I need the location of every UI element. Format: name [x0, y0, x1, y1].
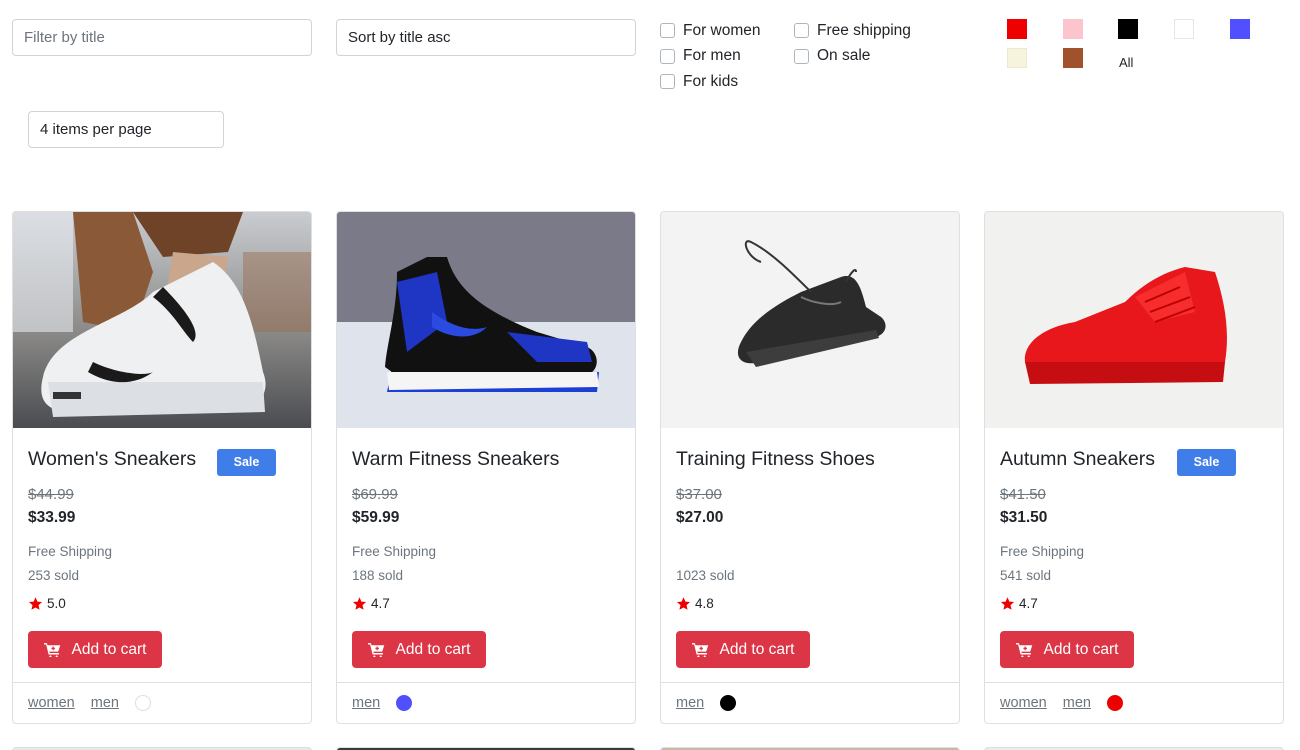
- tag-link-women[interactable]: women: [28, 695, 75, 711]
- white-sneaker-image: [13, 212, 311, 428]
- sold-count: 1023 sold: [676, 568, 735, 583]
- sold-count: 253 sold: [28, 568, 80, 583]
- color-dot: [134, 695, 151, 711]
- add-to-cart-button[interactable]: Add to cart: [676, 631, 810, 668]
- checkbox-box[interactable]: [660, 48, 675, 64]
- rating: 4.7: [1000, 596, 1038, 611]
- product-image[interactable]: [985, 212, 1283, 428]
- add-to-cart-button[interactable]: Add to cart: [28, 631, 162, 668]
- rating-value: 5.0: [47, 596, 66, 611]
- tag-link-women[interactable]: women: [1000, 695, 1047, 711]
- add-to-cart-label: Add to cart: [719, 640, 795, 658]
- shipping-info: Free Shipping: [1000, 544, 1085, 559]
- current-price: $27.00: [676, 509, 724, 526]
- product-title[interactable]: Autumn Sneakers: [1000, 448, 1155, 471]
- red-sneaker-image: [985, 212, 1283, 428]
- color-dot: [720, 695, 737, 711]
- card-footer: women men: [13, 682, 311, 723]
- checkbox-for-kids[interactable]: For kids: [660, 69, 761, 95]
- product-card: Women's Sneakers Sale $44.99 $33.99 Free…: [12, 211, 312, 724]
- original-price: $41.50: [1000, 486, 1046, 503]
- rating-value: 4.7: [371, 596, 390, 611]
- checkbox-label: On sale: [817, 47, 871, 65]
- rating: 4.8: [676, 596, 714, 611]
- checkbox-for-women[interactable]: For women: [660, 18, 761, 44]
- color-swatch-brown[interactable]: [1063, 48, 1083, 68]
- tag-link-men[interactable]: men: [676, 695, 704, 711]
- audience-filters: For women For men For kids: [660, 18, 761, 95]
- black-trainer-image: [661, 212, 959, 428]
- cart-icon: [367, 643, 384, 657]
- current-price: $31.50: [1000, 509, 1048, 526]
- product-card: Training Fitness Shoes $37.00 $27.00 102…: [660, 211, 960, 724]
- checkbox-box[interactable]: [660, 23, 675, 39]
- shipping-info: Free Shipping: [352, 544, 437, 559]
- tag-link-men[interactable]: men: [352, 695, 380, 711]
- sold-count: 541 sold: [1000, 568, 1052, 583]
- checkbox-label: For kids: [683, 72, 739, 90]
- original-price: $37.00: [676, 486, 722, 503]
- rating-value: 4.8: [695, 596, 714, 611]
- color-swatch-all[interactable]: All: [1119, 55, 1133, 70]
- star-icon: [28, 597, 43, 610]
- product-title[interactable]: Warm Fitness Sneakers: [352, 448, 559, 471]
- add-to-cart-button[interactable]: Add to cart: [352, 631, 486, 668]
- add-to-cart-label: Add to cart: [395, 640, 471, 658]
- rating: 4.7: [352, 596, 390, 611]
- add-to-cart-button[interactable]: Add to cart: [1000, 631, 1134, 668]
- product-image[interactable]: [13, 212, 311, 428]
- product-card: Autumn Sneakers Sale $41.50 $31.50 Free …: [984, 211, 1284, 724]
- color-swatch-blue[interactable]: [1230, 19, 1250, 39]
- checkbox-label: For women: [683, 21, 761, 39]
- product-title[interactable]: Women's Sneakers: [28, 448, 196, 471]
- blue-high-top-image: [337, 212, 635, 428]
- card-footer: men: [661, 682, 959, 723]
- checkbox-on-sale[interactable]: On sale: [794, 44, 911, 70]
- sort-select[interactable]: Sort by title asc: [336, 19, 636, 56]
- card-footer: women men: [985, 682, 1283, 723]
- product-title[interactable]: Training Fitness Shoes: [676, 448, 875, 471]
- color-swatch-white[interactable]: [1174, 19, 1194, 39]
- color-dot: [396, 695, 413, 711]
- color-dot: [1106, 695, 1123, 711]
- product-card: Warm Fitness Sneakers $69.99 $59.99 Free…: [336, 211, 636, 724]
- color-swatch-black[interactable]: [1118, 19, 1138, 39]
- product-image[interactable]: [661, 212, 959, 428]
- original-price: $69.99: [352, 486, 398, 503]
- checkbox-free-shipping[interactable]: Free shipping: [794, 18, 911, 44]
- tag-link-men[interactable]: men: [1063, 695, 1091, 711]
- extra-filters: Free shipping On sale: [794, 18, 911, 69]
- color-swatch-red[interactable]: [1007, 19, 1027, 39]
- items-per-page-select[interactable]: 4 items per page: [28, 111, 224, 148]
- checkbox-label: For men: [683, 47, 741, 65]
- star-icon: [352, 597, 367, 610]
- sale-badge: Sale: [1177, 449, 1236, 476]
- star-icon: [676, 597, 691, 610]
- color-swatch-pink[interactable]: [1063, 19, 1083, 39]
- add-to-cart-label: Add to cart: [71, 640, 147, 658]
- current-price: $59.99: [352, 509, 400, 526]
- checkbox-label: Free shipping: [817, 21, 911, 39]
- checkbox-box[interactable]: [660, 74, 675, 90]
- sale-badge: Sale: [217, 449, 276, 476]
- add-to-cart-label: Add to cart: [1043, 640, 1119, 658]
- shipping-info: Free Shipping: [28, 544, 113, 559]
- original-price: $44.99: [28, 486, 74, 503]
- color-swatch-beige[interactable]: [1007, 48, 1027, 68]
- checkbox-box[interactable]: [794, 23, 809, 39]
- rating: 5.0: [28, 596, 66, 611]
- cart-icon: [43, 643, 60, 657]
- cart-icon: [1015, 643, 1032, 657]
- rating-value: 4.7: [1019, 596, 1038, 611]
- checkbox-box[interactable]: [794, 48, 809, 64]
- card-footer: men: [337, 682, 635, 723]
- current-price: $33.99: [28, 509, 76, 526]
- star-icon: [1000, 597, 1015, 610]
- filter-by-title-input[interactable]: [12, 19, 312, 56]
- checkbox-for-men[interactable]: For men: [660, 44, 761, 70]
- sold-count: 188 sold: [352, 568, 404, 583]
- product-image[interactable]: [337, 212, 635, 428]
- tag-link-men[interactable]: men: [91, 695, 119, 711]
- cart-icon: [691, 643, 708, 657]
